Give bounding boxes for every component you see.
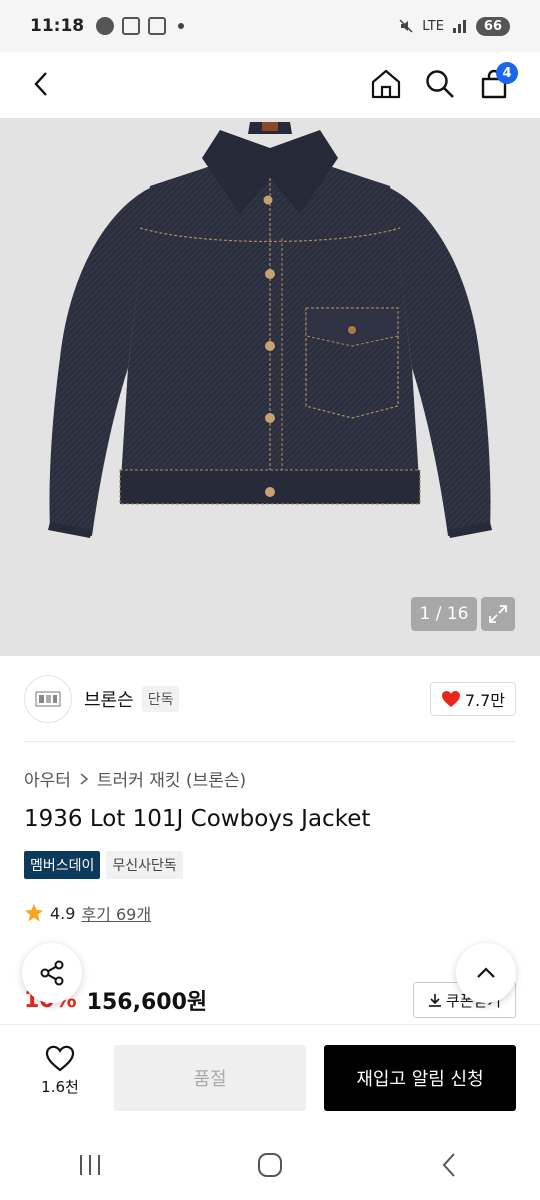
heart-outline-icon [45,1045,75,1072]
divider [24,741,516,742]
rating-score: 4.9 [50,903,76,923]
denim-jacket-image [48,122,492,538]
product-title: 1936 Lot 101J Cowboys Jacket [24,806,371,832]
product-badges: 멤버스데이 무신사단독 [24,851,183,879]
brand-row: 브론슨 단독 7.7만 [24,674,516,724]
share-icon [40,960,64,986]
message-notification-icon [122,17,141,35]
members-day-badge: 멤버스데이 [24,851,101,879]
sale-price: 156,600원 [86,990,208,1015]
wishlist-button[interactable]: 1.6천 [30,1045,90,1097]
status-time: 11:18 [30,16,85,36]
star-icon [25,904,43,922]
soldout-button: 품절 [114,1045,306,1111]
status-right: LTE 66 [398,16,510,36]
system-back-button[interactable] [420,1140,480,1190]
network-label: LTE [422,18,444,34]
like-count: 7.7만 [464,691,505,710]
cart-button[interactable]: 4 [470,60,518,108]
exclusive-tag: 단독 [141,686,180,712]
chevron-right-icon [80,772,89,785]
cart-count-badge: 4 [496,62,518,84]
wishlist-count: 1.6천 [41,1078,79,1096]
chevron-up-icon [477,967,495,978]
brand-name[interactable]: 브론슨 [84,686,134,712]
expand-image-button[interactable] [481,597,515,631]
brand-like-button[interactable]: 7.7만 [429,682,516,716]
share-button[interactable] [22,943,82,1003]
notification-icons [96,17,185,35]
heart-icon [441,691,460,707]
recents-icon [80,1155,100,1175]
scroll-to-top-button[interactable] [456,943,516,1003]
top-nav: 4 [0,52,540,118]
mute-icon [399,19,413,33]
search-icon [426,70,454,98]
expand-icon [489,605,507,623]
system-home-button[interactable] [240,1140,300,1190]
breadcrumb: 아우터 트러커 재킷 (브론슨) [24,766,246,791]
home-circle-icon [258,1153,282,1177]
reviews-link[interactable]: 후기 69개 [81,901,151,925]
system-nav-bar [0,1130,540,1200]
brand-logo-mark [35,691,61,707]
battery-indicator: 66 [475,16,510,36]
musinsa-exclusive-badge: 무신사단독 [106,851,183,879]
brand-logo[interactable] [24,675,72,723]
bottom-action-bar: 1.6천 품절 재입고 알림 신청 [0,1024,540,1130]
back-arrow-icon [34,72,47,96]
home-button[interactable] [362,60,410,108]
back-chevron-icon [442,1153,455,1177]
breadcrumb-category[interactable]: 아우터 [24,766,71,791]
status-bar: 11:18 LTE 66 [0,0,540,52]
more-notifications-icon [178,23,185,29]
image-page-counter: 1 / 16 [411,597,477,631]
recents-button[interactable] [60,1140,120,1190]
home-icon [371,69,401,99]
search-button[interactable] [416,60,464,108]
download-icon [428,994,441,1007]
back-button[interactable] [18,60,66,108]
rating-row: 4.9 후기 69개 [24,901,151,925]
screenshot-notification-icon [148,17,167,35]
restock-alert-button[interactable]: 재입고 알림 신청 [324,1045,516,1111]
breadcrumb-subcategory[interactable]: 트러커 재킷 (브론슨) [97,766,246,791]
talk-notification-icon [96,17,115,35]
product-image[interactable] [0,118,540,656]
signal-icon [452,20,466,33]
